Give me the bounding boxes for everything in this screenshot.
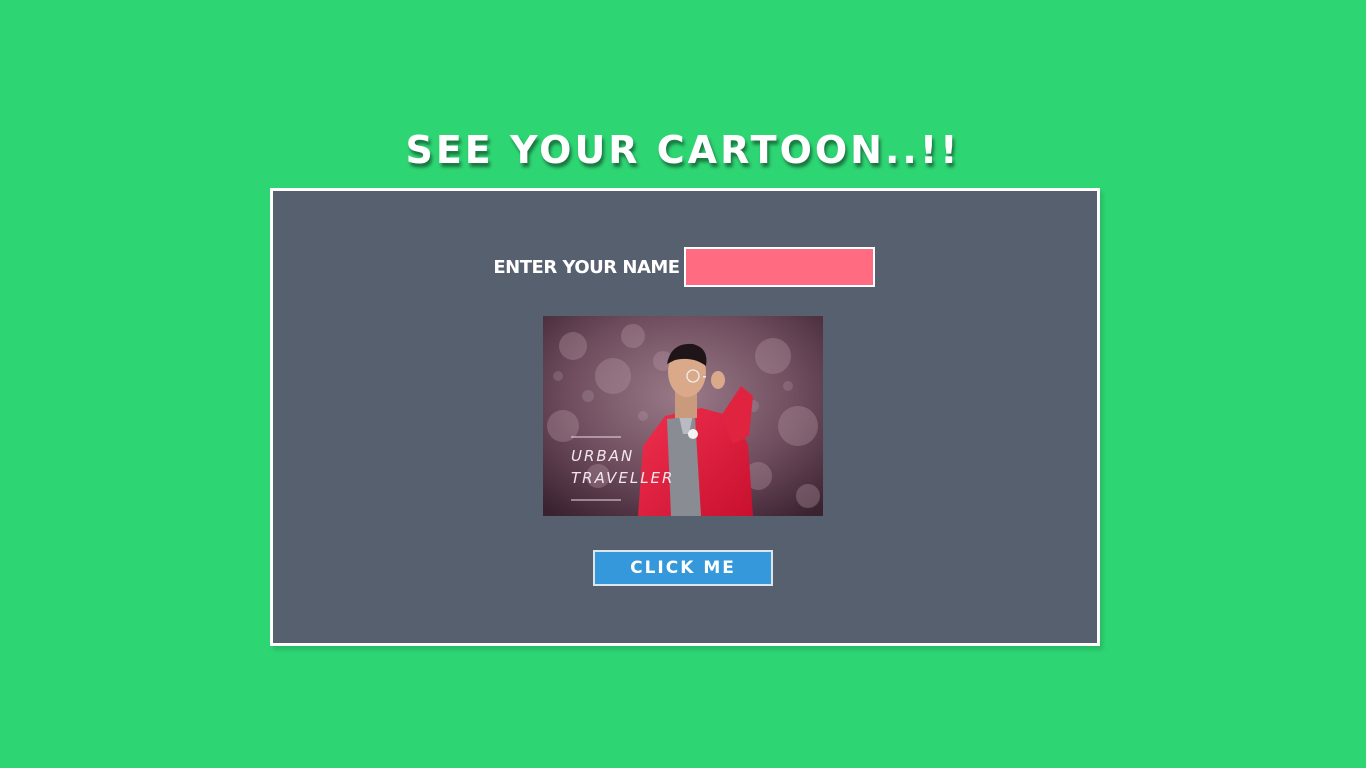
photo-caption-line2: TRAVELLER bbox=[571, 469, 674, 487]
name-label: ENTER YOUR NAME bbox=[493, 256, 680, 278]
photo-caption-line1: URBAN bbox=[571, 447, 634, 465]
profile-photo: URBAN TRAVELLER bbox=[543, 316, 823, 516]
click-me-button[interactable]: CLICK ME bbox=[593, 550, 773, 586]
name-input[interactable] bbox=[683, 247, 875, 287]
name-row: ENTER YOUR NAME bbox=[273, 247, 1097, 287]
main-panel: ENTER YOUR NAME URBAN TRAVELLER CLICK ME bbox=[270, 188, 1100, 646]
page-title: SEE YOUR CARTOON..!! bbox=[405, 128, 961, 172]
